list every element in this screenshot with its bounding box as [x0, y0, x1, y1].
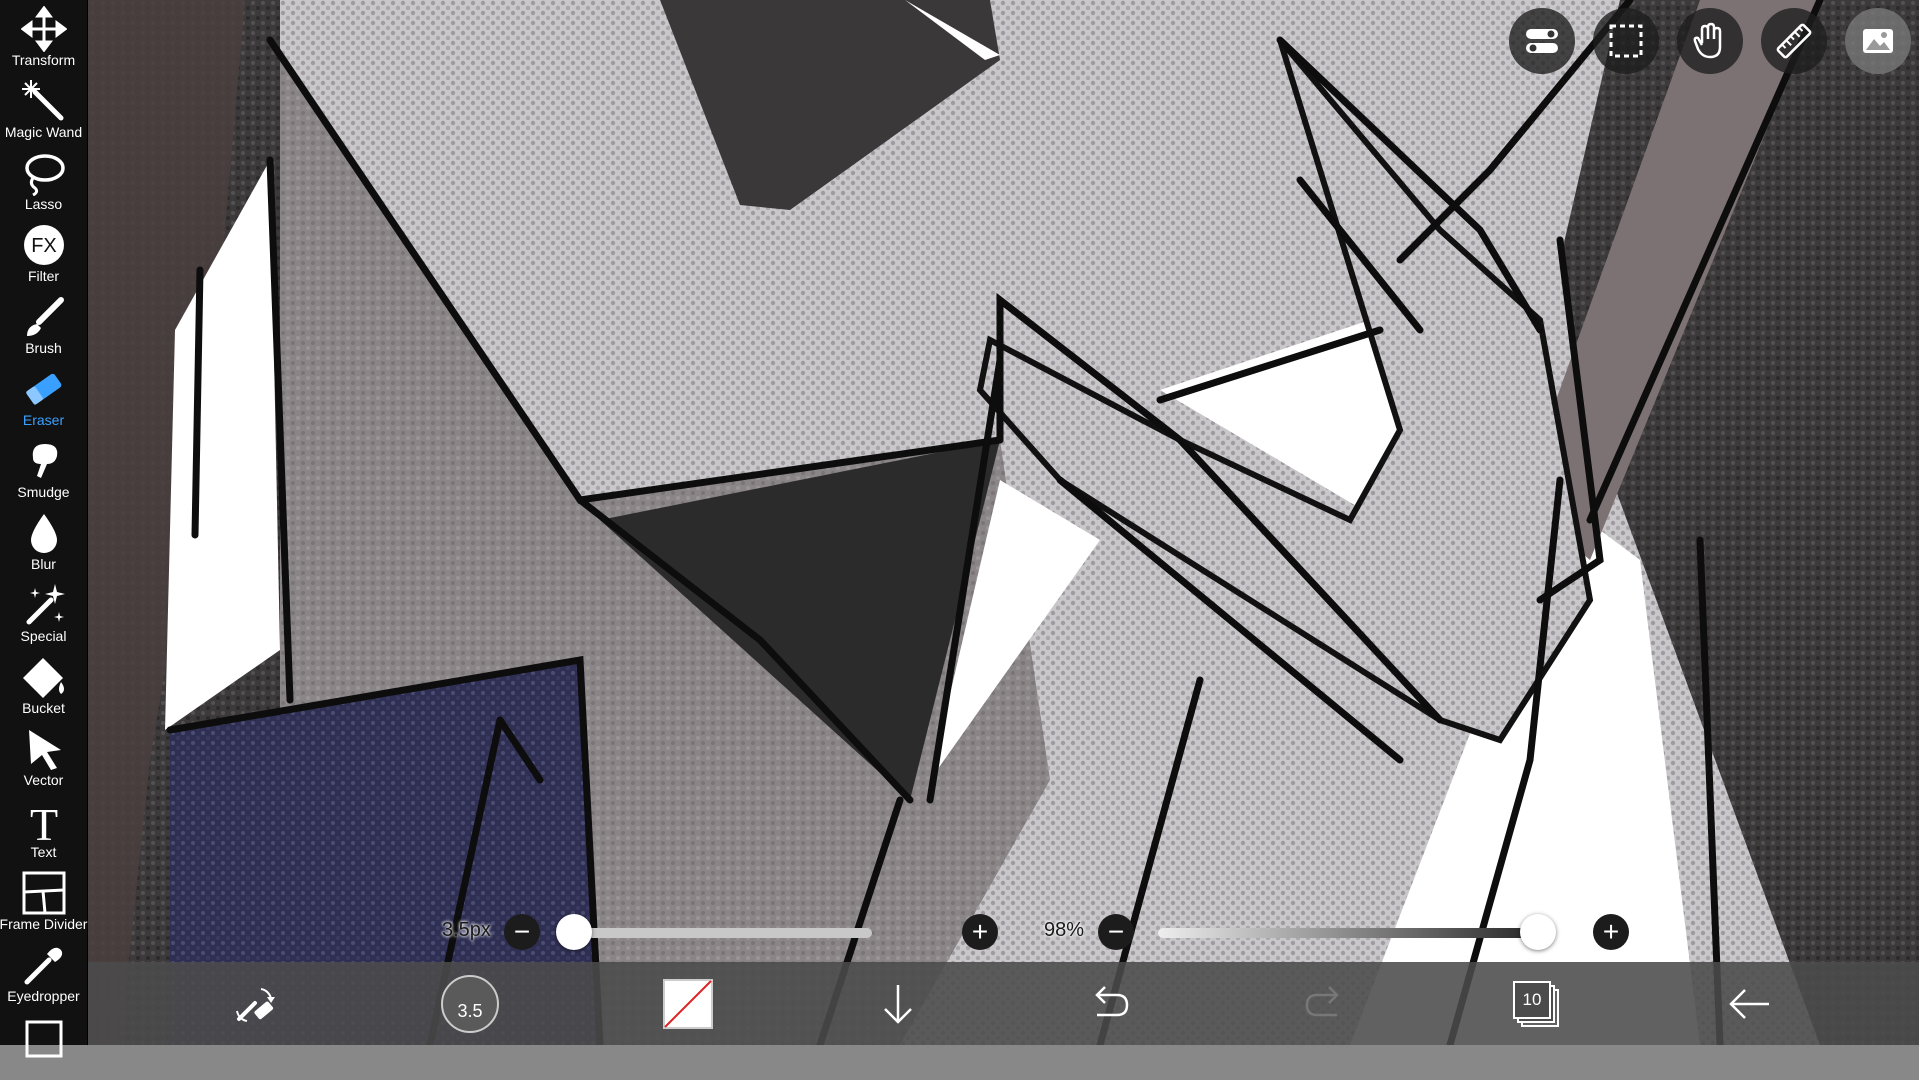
svg-text:T: T	[29, 799, 57, 844]
artwork	[0, 0, 1919, 1049]
minus-icon: −	[1107, 916, 1125, 947]
frame-icon	[25, 1020, 62, 1058]
opacity-slider-thumb[interactable]	[1520, 914, 1557, 950]
opacity-value-text: 98%	[1044, 919, 1085, 941]
opacity-slider-track[interactable]	[1158, 928, 1546, 938]
brush-size-button[interactable]: 3.5	[440, 962, 500, 1045]
tool-vector[interactable]: Vector	[0, 720, 87, 792]
plus-icon: +	[1602, 916, 1620, 947]
brush-sliders: 3.5px − + 98% − +	[430, 905, 1640, 955]
sparkle-icon	[26, 584, 65, 625]
tool-blur[interactable]: Blur	[0, 504, 87, 576]
hand-icon	[1693, 22, 1722, 59]
eyedropper-icon	[24, 947, 62, 985]
move-arrows-icon	[20, 6, 67, 52]
bottom-toolbar: 3.5 10	[88, 962, 1919, 1045]
lasso-icon	[24, 154, 65, 196]
size-slider-thumb[interactable]	[556, 914, 593, 950]
smudge-icon	[32, 444, 57, 478]
tool-label: Lasso	[24, 196, 63, 212]
toggle-settings-button[interactable]	[1509, 8, 1575, 74]
toggle-settings-icon	[1526, 29, 1558, 53]
tool-eyedropper[interactable]: Eyedropper	[0, 936, 87, 1008]
hand-button[interactable]	[1677, 8, 1743, 74]
swap-tool-button[interactable]	[224, 962, 284, 1045]
tool-label: Frame Divider	[0, 916, 88, 932]
tool-label: Eraser	[22, 412, 65, 428]
swap-brush-eraser-icon	[236, 987, 275, 1022]
fx-icon: FX	[23, 225, 64, 265]
brush-size-circle-icon: 3.5	[441, 974, 499, 1033]
tool-label: Bucket	[22, 700, 65, 716]
tool-label: Text	[30, 844, 57, 860]
opacity-decrease-button[interactable]: −	[1098, 914, 1134, 950]
tool-lasso[interactable]: Lasso	[0, 144, 87, 216]
tool-special[interactable]: Special	[0, 576, 87, 648]
redo-button[interactable]	[1294, 962, 1354, 1045]
selection-button[interactable]	[1593, 8, 1659, 74]
ruler-icon	[1776, 23, 1812, 59]
selection-icon	[1609, 24, 1643, 58]
minus-icon: −	[513, 916, 531, 947]
svg-text:FX: FX	[31, 235, 57, 257]
tool-eraser[interactable]: Eraser	[0, 360, 87, 432]
text-icon: T	[29, 799, 57, 844]
frame-divider-icon	[22, 871, 65, 915]
brush-icon	[26, 297, 64, 336]
undo-button[interactable]	[1080, 962, 1140, 1045]
brush-size-text: 3.5	[457, 1001, 483, 1021]
tool-label: Eyedropper	[7, 988, 80, 1004]
tool-sidebar: Transform Magic Wand Lasso FX Filter Bru…	[0, 0, 88, 1058]
download-button[interactable]	[868, 962, 928, 1045]
tool-frame-divider[interactable]: Frame Divider	[0, 864, 87, 936]
tool-label: Special	[20, 628, 67, 644]
tool-filter[interactable]: FX Filter	[0, 216, 87, 288]
cursor-arrow-icon	[28, 730, 61, 770]
material-button[interactable]	[1845, 8, 1911, 74]
magic-wand-icon	[21, 80, 63, 121]
transparent-color-icon	[663, 978, 713, 1029]
droplet-icon	[30, 514, 57, 553]
tool-magic-wand[interactable]: Magic Wand	[0, 72, 87, 144]
arrow-left-icon	[1729, 988, 1769, 1019]
size-value-text: 3.5px	[442, 919, 491, 941]
tool-label: Magic Wand	[4, 124, 83, 140]
layer-count-text: 10	[1513, 980, 1551, 1019]
material-icon	[1863, 29, 1893, 53]
ruler-button[interactable]	[1761, 8, 1827, 74]
tool-bucket[interactable]: Bucket	[0, 648, 87, 720]
drawing-canvas[interactable]	[0, 0, 1919, 1049]
tool-label: Brush	[25, 340, 62, 356]
size-decrease-button[interactable]: −	[504, 914, 540, 950]
layers-icon: 10	[1513, 980, 1559, 1027]
layers-button[interactable]: 10	[1506, 962, 1566, 1045]
eraser-icon	[25, 373, 61, 405]
back-button[interactable]	[1720, 962, 1780, 1045]
tool-label: Transform	[11, 52, 76, 68]
bucket-icon	[22, 658, 64, 698]
tool-label: Vector	[23, 772, 64, 788]
undo-icon	[1095, 985, 1129, 1016]
plus-icon: +	[971, 916, 989, 947]
tool-text[interactable]: T Text	[0, 792, 87, 864]
size-increase-button[interactable]: +	[962, 914, 998, 950]
opacity-increase-button[interactable]: +	[1593, 914, 1629, 950]
tool-transform[interactable]: Transform	[0, 0, 87, 72]
arrow-down-icon	[884, 984, 912, 1024]
color-button[interactable]	[658, 962, 718, 1045]
size-slider-track[interactable]	[562, 928, 872, 938]
tool-label: Smudge	[17, 484, 70, 500]
tool-more[interactable]	[0, 1008, 87, 1080]
tool-label: Blur	[31, 556, 56, 572]
redo-icon	[1305, 985, 1339, 1016]
tool-label: Filter	[27, 268, 60, 284]
tool-smudge[interactable]: Smudge	[0, 432, 87, 504]
tool-brush[interactable]: Brush	[0, 288, 87, 360]
